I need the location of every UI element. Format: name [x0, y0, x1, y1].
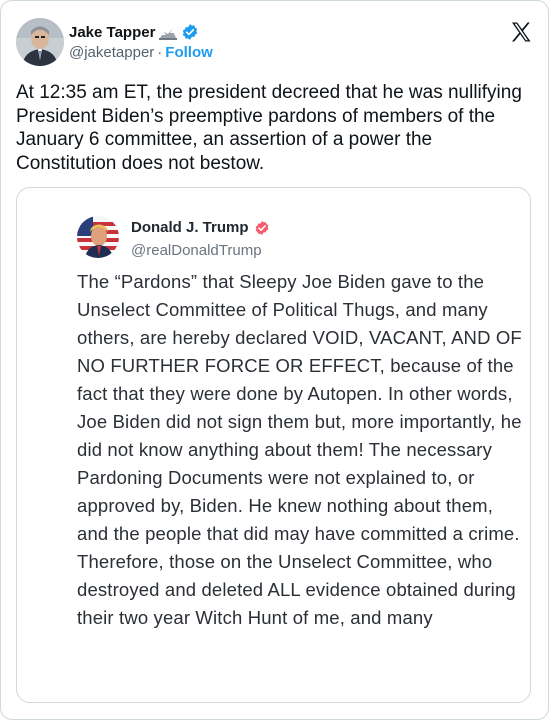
embedded-author-avatar: [77, 216, 119, 258]
author-avatar[interactable]: [16, 18, 64, 66]
tweet-header: Jake Tapper @jaketapper · Follow: [16, 18, 533, 68]
bald-eagle-icon: [159, 24, 178, 40]
x-logo-icon[interactable]: [509, 20, 533, 44]
embedded-post-text: The “Pardons” that Sleepy Joe Biden gave…: [77, 271, 522, 628]
handle-row: @jaketapper · Follow: [69, 44, 213, 61]
embedded-screenshot[interactable]: Donald J. Trump @realDonaldTrump The “Pa…: [16, 187, 531, 703]
author-handle[interactable]: @jaketapper: [69, 44, 154, 61]
author-avatar-image: [16, 18, 64, 66]
author-name-row: Jake Tapper: [69, 22, 199, 42]
follow-button[interactable]: Follow: [165, 44, 213, 61]
embedded-name-row: Donald J. Trump: [131, 219, 270, 236]
verified-badge-icon: [181, 23, 199, 41]
embedded-author-name: Donald J. Trump: [131, 219, 249, 236]
tweet-text: At 12:35 am ET, the president decreed th…: [16, 82, 522, 174]
tweet-card: Jake Tapper @jaketapper · Follow At 12:3…: [0, 0, 549, 720]
embedded-author-avatar-image: [77, 216, 119, 258]
truth-social-verified-icon: [254, 220, 270, 236]
author-name[interactable]: Jake Tapper: [69, 24, 155, 41]
separator-dot: ·: [157, 44, 163, 61]
embedded-author-handle: @realDonaldTrump: [131, 242, 262, 259]
